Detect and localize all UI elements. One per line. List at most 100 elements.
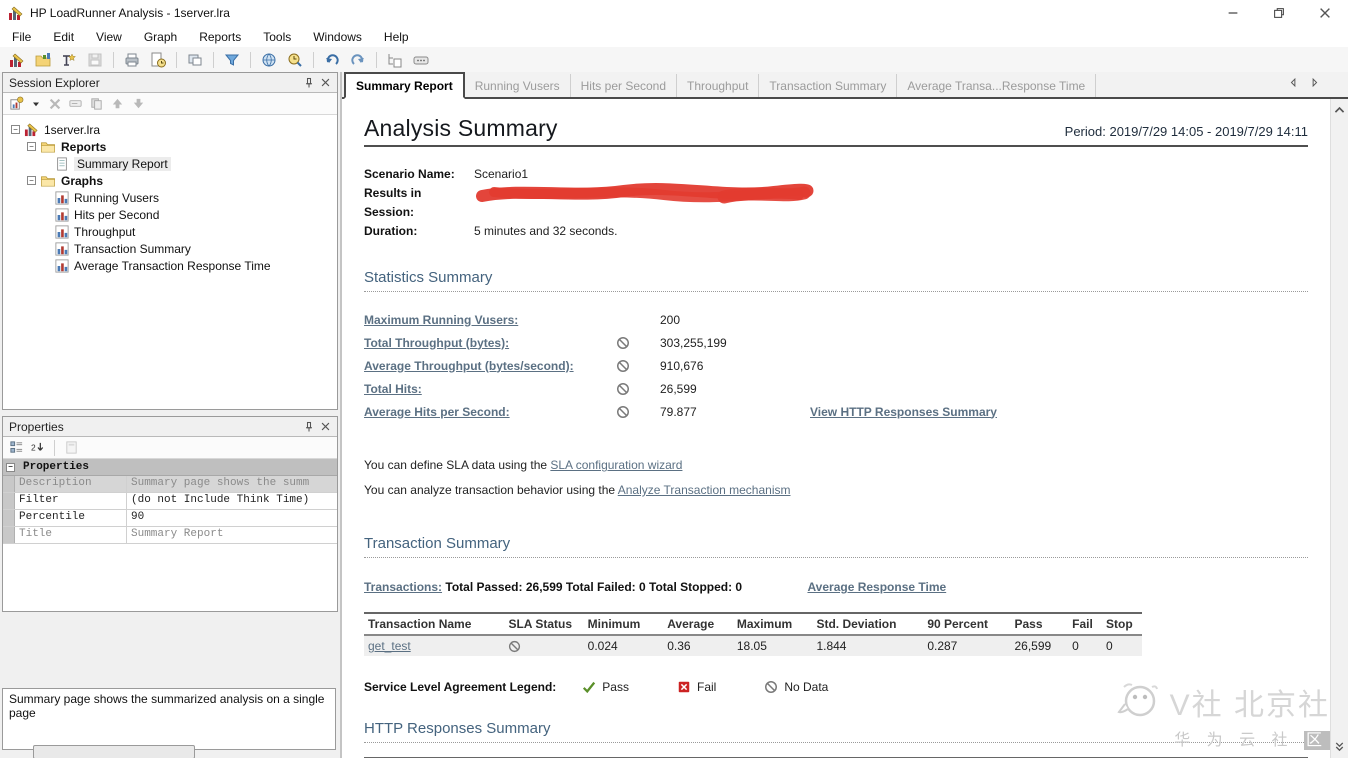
tree-root[interactable]: 1server.lra (11, 121, 333, 138)
delete-item-icon[interactable] (48, 97, 62, 111)
menu-file[interactable]: File (12, 30, 31, 44)
summary-report-label[interactable]: Summary Report (74, 156, 171, 171)
tab-running-vusers[interactable]: Running Vusers (465, 74, 571, 97)
tree-node-graph[interactable]: Transaction Summary (55, 240, 333, 257)
row-gutter (3, 510, 15, 526)
reports-label[interactable]: Reports (61, 140, 106, 154)
move-down-icon[interactable] (131, 96, 146, 111)
tree-node-graph[interactable]: Throughput (55, 223, 333, 240)
add-new-item-icon[interactable] (9, 96, 24, 111)
tree-node-graph[interactable]: Average Transaction Response Time (55, 257, 333, 274)
add-graph-icon[interactable] (58, 50, 80, 70)
properties-grid: Properties Description Summary page show… (3, 459, 337, 544)
collapse-icon[interactable] (11, 125, 20, 134)
tree-node-reports[interactable]: Reports (27, 138, 333, 155)
property-value[interactable]: (do not Include Think Time) (127, 493, 337, 509)
property-value[interactable]: 90 (127, 510, 337, 526)
duplicate-item-icon[interactable] (89, 96, 104, 111)
scroll-down-icon[interactable] (1331, 738, 1348, 756)
transactions-link[interactable]: Transactions: (364, 580, 442, 594)
menu-view[interactable]: View (96, 30, 122, 44)
collapse-icon[interactable] (6, 462, 15, 472)
property-row-percentile[interactable]: Percentile 90 (3, 510, 337, 527)
undo-icon[interactable] (321, 50, 343, 70)
tree-node-graph[interactable]: Running Vusers (55, 189, 333, 206)
graph-icon (55, 242, 69, 256)
avg-throughput-link[interactable]: Average Throughput (bytes/second): (364, 359, 574, 373)
dropdown-arrow-icon[interactable] (30, 98, 42, 110)
total-throughput-link[interactable]: Total Throughput (bytes): (364, 336, 509, 350)
close-panel-icon[interactable] (317, 420, 333, 434)
menu-help[interactable]: Help (384, 30, 409, 44)
tab-scroll-left-icon[interactable] (1288, 77, 1299, 88)
col-minimum: Minimum (583, 612, 664, 636)
tab-avg-transaction-response-time[interactable]: Average Transa...Response Time (897, 74, 1097, 97)
close-button[interactable] (1302, 0, 1348, 26)
property-row-filter[interactable]: Filter (do not Include Think Time) (3, 493, 337, 510)
property-row-title[interactable]: Title Summary Report (3, 527, 337, 544)
pin-icon[interactable] (301, 76, 317, 90)
tree-root-label[interactable]: 1server.lra (44, 123, 100, 137)
tab-throughput[interactable]: Throughput (677, 74, 760, 97)
open-result-icon[interactable] (32, 50, 54, 70)
graph-label[interactable]: Transaction Summary (74, 242, 191, 256)
menu-graph[interactable]: Graph (144, 30, 177, 44)
stat-value: 26,599 (660, 381, 697, 396)
move-up-icon[interactable] (110, 96, 125, 111)
menu-windows[interactable]: Windows (313, 30, 362, 44)
menu-reports[interactable]: Reports (199, 30, 241, 44)
save-icon[interactable] (84, 50, 106, 70)
pin-icon[interactable] (301, 420, 317, 434)
property-value: Summary Report (131, 528, 224, 540)
new-analysis-icon[interactable] (6, 50, 28, 70)
property-row-description[interactable]: Description Summary page shows the summ (3, 476, 337, 493)
sla-configuration-wizard-link[interactable]: SLA configuration wizard (550, 458, 682, 472)
categorized-view-icon[interactable] (9, 440, 24, 455)
graphs-label[interactable]: Graphs (61, 174, 103, 188)
tree-node-graph[interactable]: Hits per Second (55, 206, 333, 223)
menu-tools[interactable]: Tools (263, 30, 291, 44)
stat-value: 303,255,199 (660, 335, 727, 350)
minimize-button[interactable] (1210, 0, 1256, 26)
folder-icon (40, 139, 56, 154)
close-panel-icon[interactable] (317, 76, 333, 90)
collapse-icon[interactable] (27, 176, 36, 185)
session-information-icon[interactable] (384, 50, 406, 70)
graph-label[interactable]: Throughput (74, 225, 135, 239)
analyze-transaction-mechanism-link[interactable]: Analyze Transaction mechanism (618, 483, 791, 497)
average-response-time-link[interactable]: Average Response Time (807, 580, 946, 594)
tab-summary-report[interactable]: Summary Report (344, 72, 465, 99)
tree-node-summary-report[interactable]: Summary Report (55, 155, 333, 172)
get-test-link[interactable]: get_test (368, 639, 411, 653)
graph-label[interactable]: Average Transaction Response Time (74, 259, 271, 273)
collapse-icon[interactable] (27, 142, 36, 151)
globe-options-icon[interactable] (258, 50, 280, 70)
max-running-vusers-link[interactable]: Maximum Running Vusers: (364, 313, 518, 327)
avg-hits-link[interactable]: Average Hits per Second: (364, 405, 510, 419)
restore-button[interactable] (1256, 0, 1302, 26)
property-pages-icon[interactable] (64, 440, 79, 455)
html-report-icon[interactable] (147, 50, 169, 70)
no-data-icon (616, 382, 630, 396)
report-area: Summary Report Running Vusers Hits per S… (342, 72, 1348, 758)
filter-icon[interactable] (221, 50, 243, 70)
redo-icon[interactable] (347, 50, 369, 70)
statistics-summary-heading: Statistics Summary (364, 269, 1308, 292)
measurement-description-icon[interactable] (410, 50, 432, 70)
tab-scroll-right-icon[interactable] (1309, 77, 1320, 88)
rename-item-icon[interactable] (68, 96, 83, 111)
tab-hits-per-second[interactable]: Hits per Second (571, 74, 678, 97)
granularity-icon[interactable] (284, 50, 306, 70)
print-icon[interactable] (121, 50, 143, 70)
alphabetical-sort-icon[interactable] (30, 440, 45, 455)
cross-with-graph-icon[interactable] (184, 50, 206, 70)
menu-edit[interactable]: Edit (53, 30, 74, 44)
graph-label[interactable]: Hits per Second (74, 208, 159, 222)
scroll-up-icon[interactable] (1331, 101, 1348, 119)
tree-node-graphs[interactable]: Graphs (27, 172, 333, 189)
vertical-scrollbar[interactable] (1330, 99, 1348, 758)
total-hits-link[interactable]: Total Hits: (364, 382, 422, 396)
view-http-responses-link[interactable]: View HTTP Responses Summary (810, 405, 997, 419)
tab-transaction-summary[interactable]: Transaction Summary (759, 74, 898, 97)
graph-label[interactable]: Running Vusers (74, 191, 159, 205)
